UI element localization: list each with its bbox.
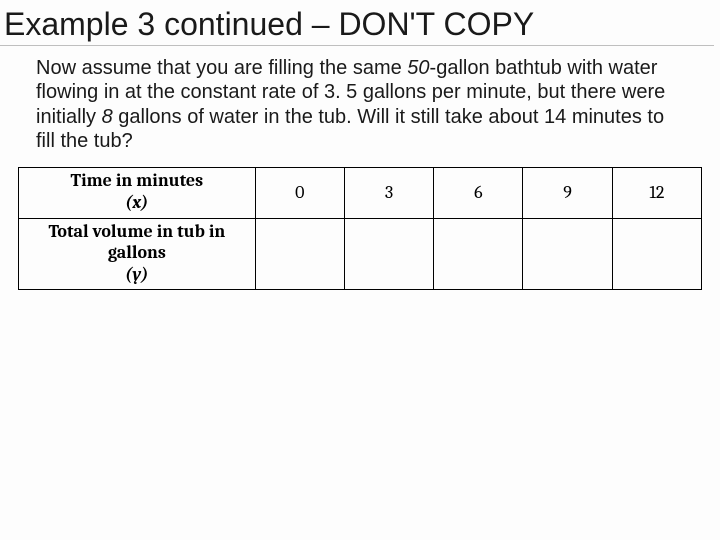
row2-col3 [523, 218, 612, 290]
slide-title: Example 3 continued – DON'T COPY [0, 0, 714, 46]
row2-col1 [344, 218, 433, 290]
table-row: Time in minutes (x) 0 3 6 9 12 [19, 168, 702, 218]
row1-var: (x) [25, 192, 249, 214]
row2-col4 [612, 218, 701, 290]
row1-col3: 9 [523, 168, 612, 218]
body-seg-3: gallons of water in the tub. Will it sti… [36, 106, 664, 152]
row1-col1: 3 [344, 168, 433, 218]
row1-col0: 0 [255, 168, 344, 218]
row2-var: (y) [25, 264, 249, 286]
body-text: Now assume that you are filling the same… [0, 46, 720, 154]
body-italic-8: 8 [102, 106, 113, 128]
row2-col0 [255, 218, 344, 290]
row2-header: Total volume in tub in gallons (y) [19, 218, 256, 290]
body-seg-1: Now assume that you are filling the same [36, 57, 407, 79]
slide: Example 3 continued – DON'T COPY Now ass… [0, 0, 720, 540]
row2-col2 [434, 218, 523, 290]
table-wrap: Time in minutes (x) 0 3 6 9 12 Total vol… [18, 167, 702, 290]
row1-header: Time in minutes (x) [19, 168, 256, 218]
title-tail: – DON'T COPY [312, 6, 534, 42]
data-table: Time in minutes (x) 0 3 6 9 12 Total vol… [18, 167, 702, 290]
row1-col2: 6 [434, 168, 523, 218]
title-main: Example 3 continued [4, 6, 312, 42]
table-row: Total volume in tub in gallons (y) [19, 218, 702, 290]
row2-label: Total volume in tub in gallons [48, 221, 225, 264]
body-italic-50: 50 [407, 57, 429, 79]
row1-col4: 12 [612, 168, 701, 218]
row1-label: Time in minutes [71, 170, 204, 191]
